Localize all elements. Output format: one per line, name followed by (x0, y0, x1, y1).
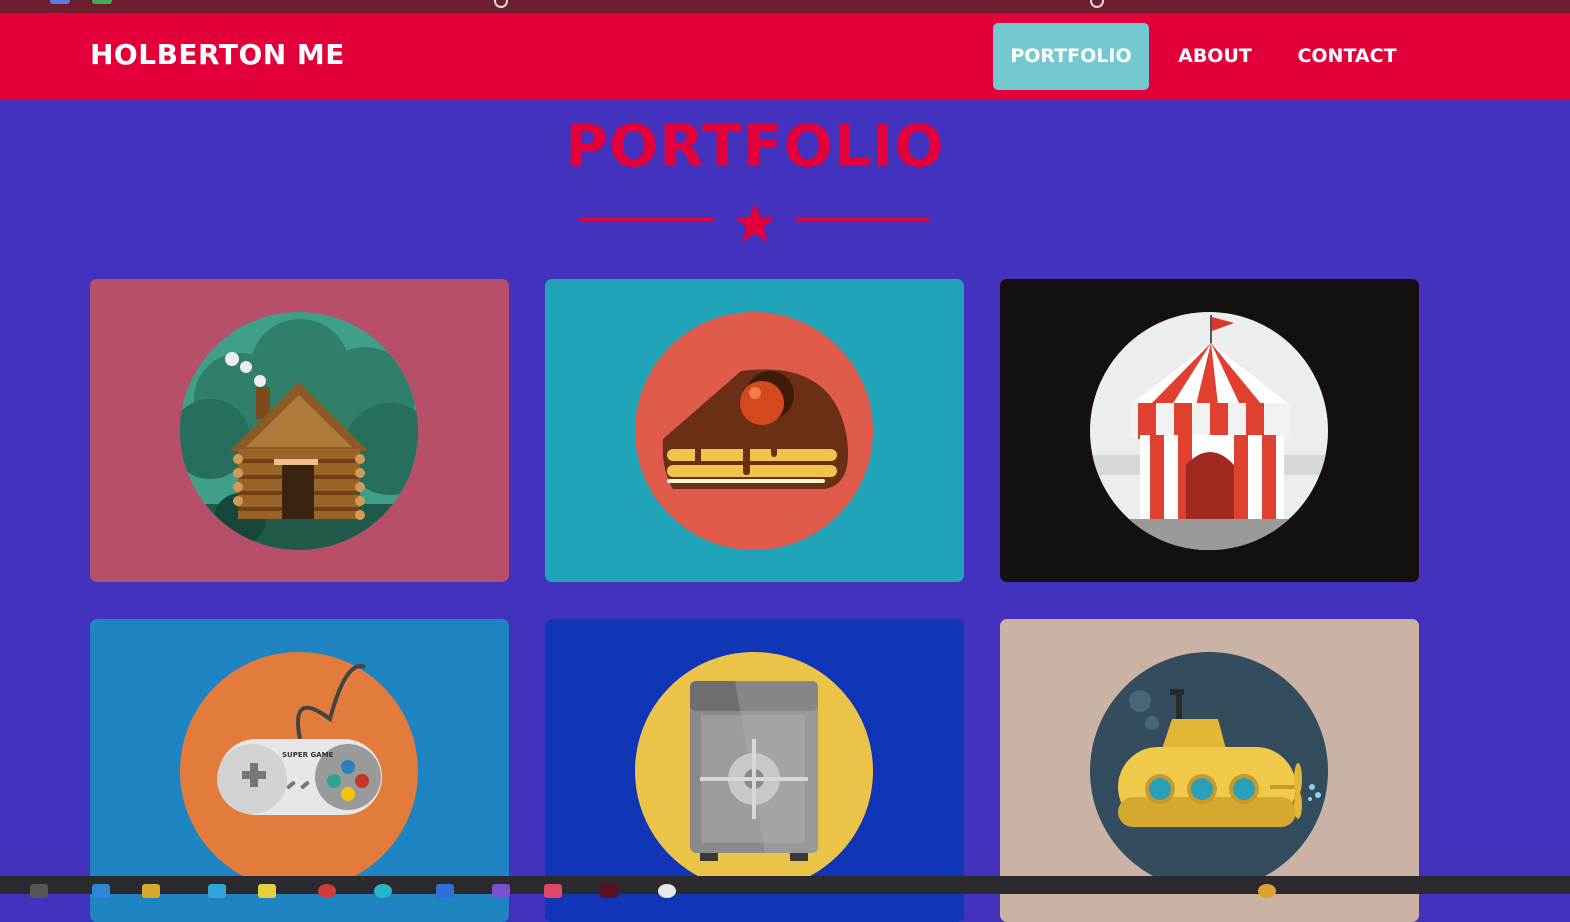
nav-about[interactable]: ABOUT (1165, 23, 1265, 90)
os-taskbar (0, 876, 1570, 898)
submarine-icon (1090, 652, 1328, 890)
game-controller-icon: SUPER GAME (180, 652, 418, 890)
taskbar-app-icon[interactable] (436, 884, 454, 898)
taskbar-app-icon[interactable] (544, 884, 562, 898)
portfolio-card-cake[interactable] (545, 279, 964, 582)
nav-contact[interactable]: CONTACT (1283, 23, 1411, 90)
browser-tab-strip (0, 0, 1570, 13)
controller-label: SUPER GAME (282, 751, 334, 759)
browser-bookmark-icon[interactable] (1090, 0, 1104, 8)
taskbar-app-icon[interactable] (142, 884, 160, 898)
taskbar-app-icon[interactable] (30, 884, 48, 898)
safe-icon (635, 652, 873, 890)
star-icon (735, 203, 775, 242)
taskbar-app-icon[interactable] (92, 884, 110, 898)
navbar: HOLBERTON ME PORTFOLIO ABOUT CONTACT (0, 13, 1570, 99)
brand-logo[interactable]: HOLBERTON ME (90, 38, 345, 71)
portfolio-card-circus[interactable] (1000, 279, 1419, 582)
taskbar-app-icon[interactable] (258, 884, 276, 898)
divider-line-left (580, 217, 713, 221)
browser-bookmark-icon[interactable] (494, 0, 508, 8)
taskbar-app-icon[interactable] (1258, 884, 1276, 898)
divider-line-right (796, 217, 930, 221)
taskbar-app-icon[interactable] (374, 884, 392, 898)
browser-tab-icon[interactable] (50, 0, 70, 4)
section-title: PORTFOLIO (565, 112, 945, 180)
taskbar-app-icon[interactable] (492, 884, 510, 898)
taskbar-app-icon[interactable] (600, 884, 618, 898)
browser-tab-icon[interactable] (92, 0, 112, 4)
taskbar-app-icon[interactable] (658, 884, 676, 898)
nav-portfolio[interactable]: PORTFOLIO (993, 23, 1149, 90)
taskbar-app-icon[interactable] (318, 884, 336, 898)
cake-slice-icon (635, 312, 873, 550)
taskbar-app-icon[interactable] (208, 884, 226, 898)
portfolio-card-cabin[interactable] (90, 279, 509, 582)
